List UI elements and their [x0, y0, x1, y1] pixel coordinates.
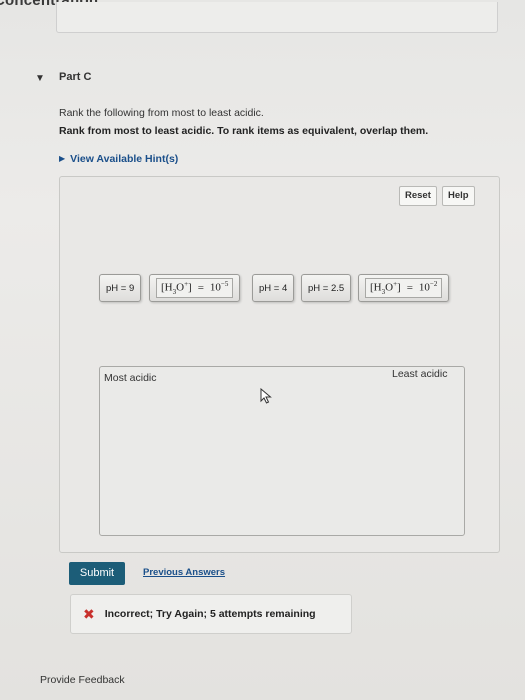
least-acidic-label: Least acidic — [392, 368, 448, 380]
previous-part-box — [56, 2, 498, 33]
caret-down-icon[interactable]: ▼ — [35, 73, 45, 84]
ranking-drop-zone[interactable] — [99, 366, 465, 536]
tile-h3o-10-5[interactable]: [H3O+] = 10−5 — [149, 274, 241, 302]
reset-button[interactable]: Reset — [399, 186, 437, 206]
tile-label: pH = 2.5 — [308, 282, 345, 294]
x-icon: ✖ — [83, 605, 95, 622]
tile-h3o-10-2[interactable]: [H3O+] = 10−2 — [358, 274, 450, 302]
part-title: Part C — [59, 71, 92, 83]
mouse-cursor-icon — [260, 387, 272, 409]
caret-right-icon: ▶ — [59, 154, 66, 163]
most-acidic-label: Most acidic — [104, 372, 157, 384]
view-hints-label: View Available Hint(s) — [70, 153, 179, 165]
tile-ph-4[interactable]: pH = 4 — [252, 274, 295, 302]
tile-label: pH = 4 — [259, 282, 288, 294]
ranking-instruction: Rank from most to least acidic. To rank … — [59, 125, 429, 137]
feedback-message: Incorrect; Try Again; 5 attempts remaini… — [104, 608, 316, 620]
view-hints-link[interactable]: ▶ View Available Hint(s) — [59, 153, 178, 165]
previous-answers-link[interactable]: Previous Answers — [143, 567, 225, 578]
tile-math-expression: [H3O+] = 10−2 — [365, 278, 443, 298]
question-instruction: Rank the following from most to least ac… — [59, 107, 264, 119]
help-button[interactable]: Help — [442, 186, 475, 206]
tile-math-expression: [H3O+] = 10−5 — [156, 278, 234, 298]
submit-button[interactable]: Submit — [69, 562, 125, 585]
provide-feedback-link[interactable]: Provide Feedback — [40, 674, 125, 686]
tile-ph-9[interactable]: pH = 9 — [99, 274, 142, 302]
tile-ph-2-5[interactable]: pH = 2.5 — [301, 274, 352, 302]
feedback-message-box: ✖ Incorrect; Try Again; 5 attempts remai… — [70, 594, 352, 634]
tile-label: pH = 9 — [106, 282, 135, 294]
